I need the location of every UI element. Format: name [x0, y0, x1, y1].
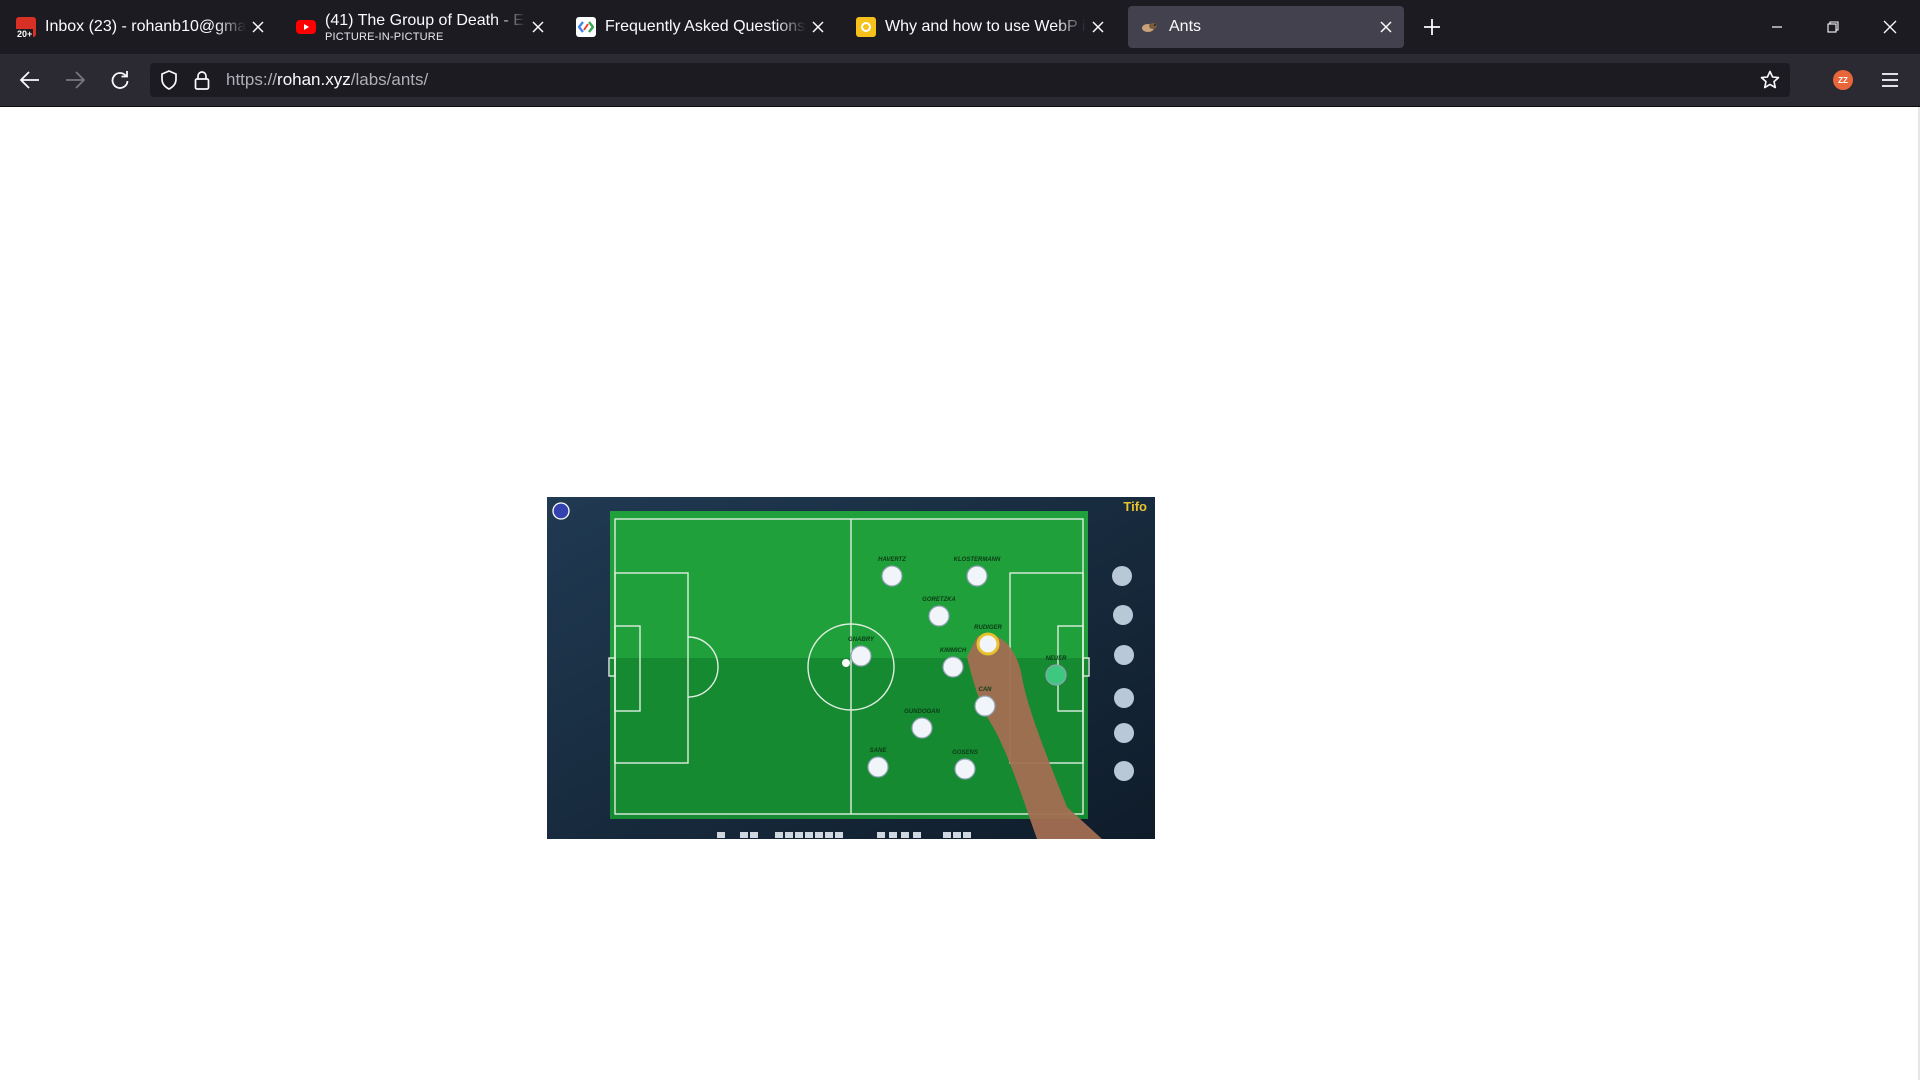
video-player[interactable]: HAVERTZ KLOSTERMANN GORETZKA RUDIGER GNABRY K…	[547, 497, 1155, 839]
pip-label: PICTURE-IN-PICTURE	[325, 30, 444, 43]
close-icon[interactable]	[246, 15, 270, 39]
ants-icon	[1140, 17, 1160, 37]
player-name: CAN	[979, 687, 993, 693]
close-icon[interactable]	[526, 15, 550, 39]
url-path: /labs/ants/	[350, 70, 429, 89]
back-button[interactable]	[14, 64, 46, 96]
tab-title: Why and how to use WebP images	[885, 18, 1086, 35]
close-icon[interactable]	[1374, 15, 1398, 39]
player-token: NEUER	[1045, 656, 1067, 686]
restore-button[interactable]	[1810, 8, 1856, 46]
player-name: GUNDOGAN	[904, 709, 940, 715]
avatar-initials: ZZ	[1838, 75, 1848, 85]
player-name: GORETZKA	[922, 597, 956, 603]
record-indicator-icon	[552, 502, 570, 520]
restore-icon	[1827, 21, 1839, 33]
close-icon	[1883, 20, 1897, 34]
tab-webp-faq[interactable]: Frequently Asked Questions | WebP	[564, 6, 836, 48]
lock-icon[interactable]	[194, 70, 210, 95]
address-bar[interactable]: https://rohan.xyz/labs/ants/	[150, 63, 1790, 97]
url-text[interactable]: https://rohan.xyz/labs/ants/	[226, 63, 428, 97]
pitch-top-half	[610, 511, 1088, 658]
google-dev-icon	[576, 17, 596, 37]
player-token: SANE	[867, 748, 889, 778]
player-name: NEUER	[1045, 656, 1067, 662]
player-name: KIMMICH	[940, 648, 967, 654]
tab-strip: 20+ Inbox (23) - rohanb10@gmail.com (41)…	[0, 0, 1920, 54]
arrow-right-icon	[66, 71, 85, 89]
tab-title: Ants	[1169, 18, 1202, 35]
minimize-button[interactable]	[1754, 8, 1800, 46]
hamburger-icon	[1882, 73, 1898, 87]
tracking-protection-icon[interactable]	[160, 70, 178, 95]
new-tab-button[interactable]	[1418, 13, 1446, 41]
player-name: GOSENS	[952, 750, 978, 756]
navigation-toolbar: https://rohan.xyz/labs/ants/	[0, 54, 1920, 107]
tab-webp-article[interactable]: Why and how to use WebP images	[844, 6, 1116, 48]
youtube-icon	[296, 17, 316, 37]
player-name: SANE	[870, 748, 888, 754]
forward-button[interactable]	[59, 64, 91, 96]
window-close-button[interactable]	[1867, 8, 1913, 46]
webp-article-icon	[856, 17, 876, 37]
tab-ants[interactable]: Ants	[1128, 6, 1404, 48]
player-name: HAVERTZ	[878, 557, 906, 563]
tab-gmail[interactable]: 20+ Inbox (23) - rohanb10@gmail.com	[4, 6, 276, 48]
arrow-left-icon	[20, 71, 39, 89]
player-name: RUDIGER	[974, 625, 1002, 631]
tab-title: Inbox (23) - rohanb10@gmail.com	[45, 18, 246, 35]
menu-button[interactable]	[1874, 64, 1906, 96]
gmail-badge: 20+	[16, 29, 34, 39]
reload-button[interactable]	[104, 64, 136, 96]
player-name: GNABRY	[848, 637, 875, 643]
url-host: rohan.xyz	[277, 70, 351, 89]
minimize-icon	[1772, 26, 1782, 28]
reload-icon	[111, 71, 129, 89]
tab-youtube[interactable]: (41) The Group of Death - Euro 2020 PICT…	[284, 6, 556, 48]
close-icon[interactable]	[1086, 15, 1110, 39]
url-scheme: https://	[226, 70, 278, 89]
ball-icon	[842, 659, 850, 667]
close-icon[interactable]	[806, 15, 830, 39]
plus-icon	[1424, 19, 1440, 35]
bookmark-star-icon[interactable]	[1760, 70, 1780, 95]
tab-title: Frequently Asked Questions | WebP	[605, 18, 806, 35]
channel-logo: Tifo	[1123, 499, 1147, 514]
tactics-board-frame: HAVERTZ KLOSTERMANN GORETZKA RUDIGER GNABRY K…	[547, 497, 1155, 839]
gmail-icon: 20+	[16, 17, 36, 39]
tab-title: (41) The Group of Death - Euro 2020	[325, 11, 526, 29]
account-avatar[interactable]: ZZ	[1833, 70, 1853, 90]
player-name: KLOSTERMANN	[954, 557, 1001, 563]
